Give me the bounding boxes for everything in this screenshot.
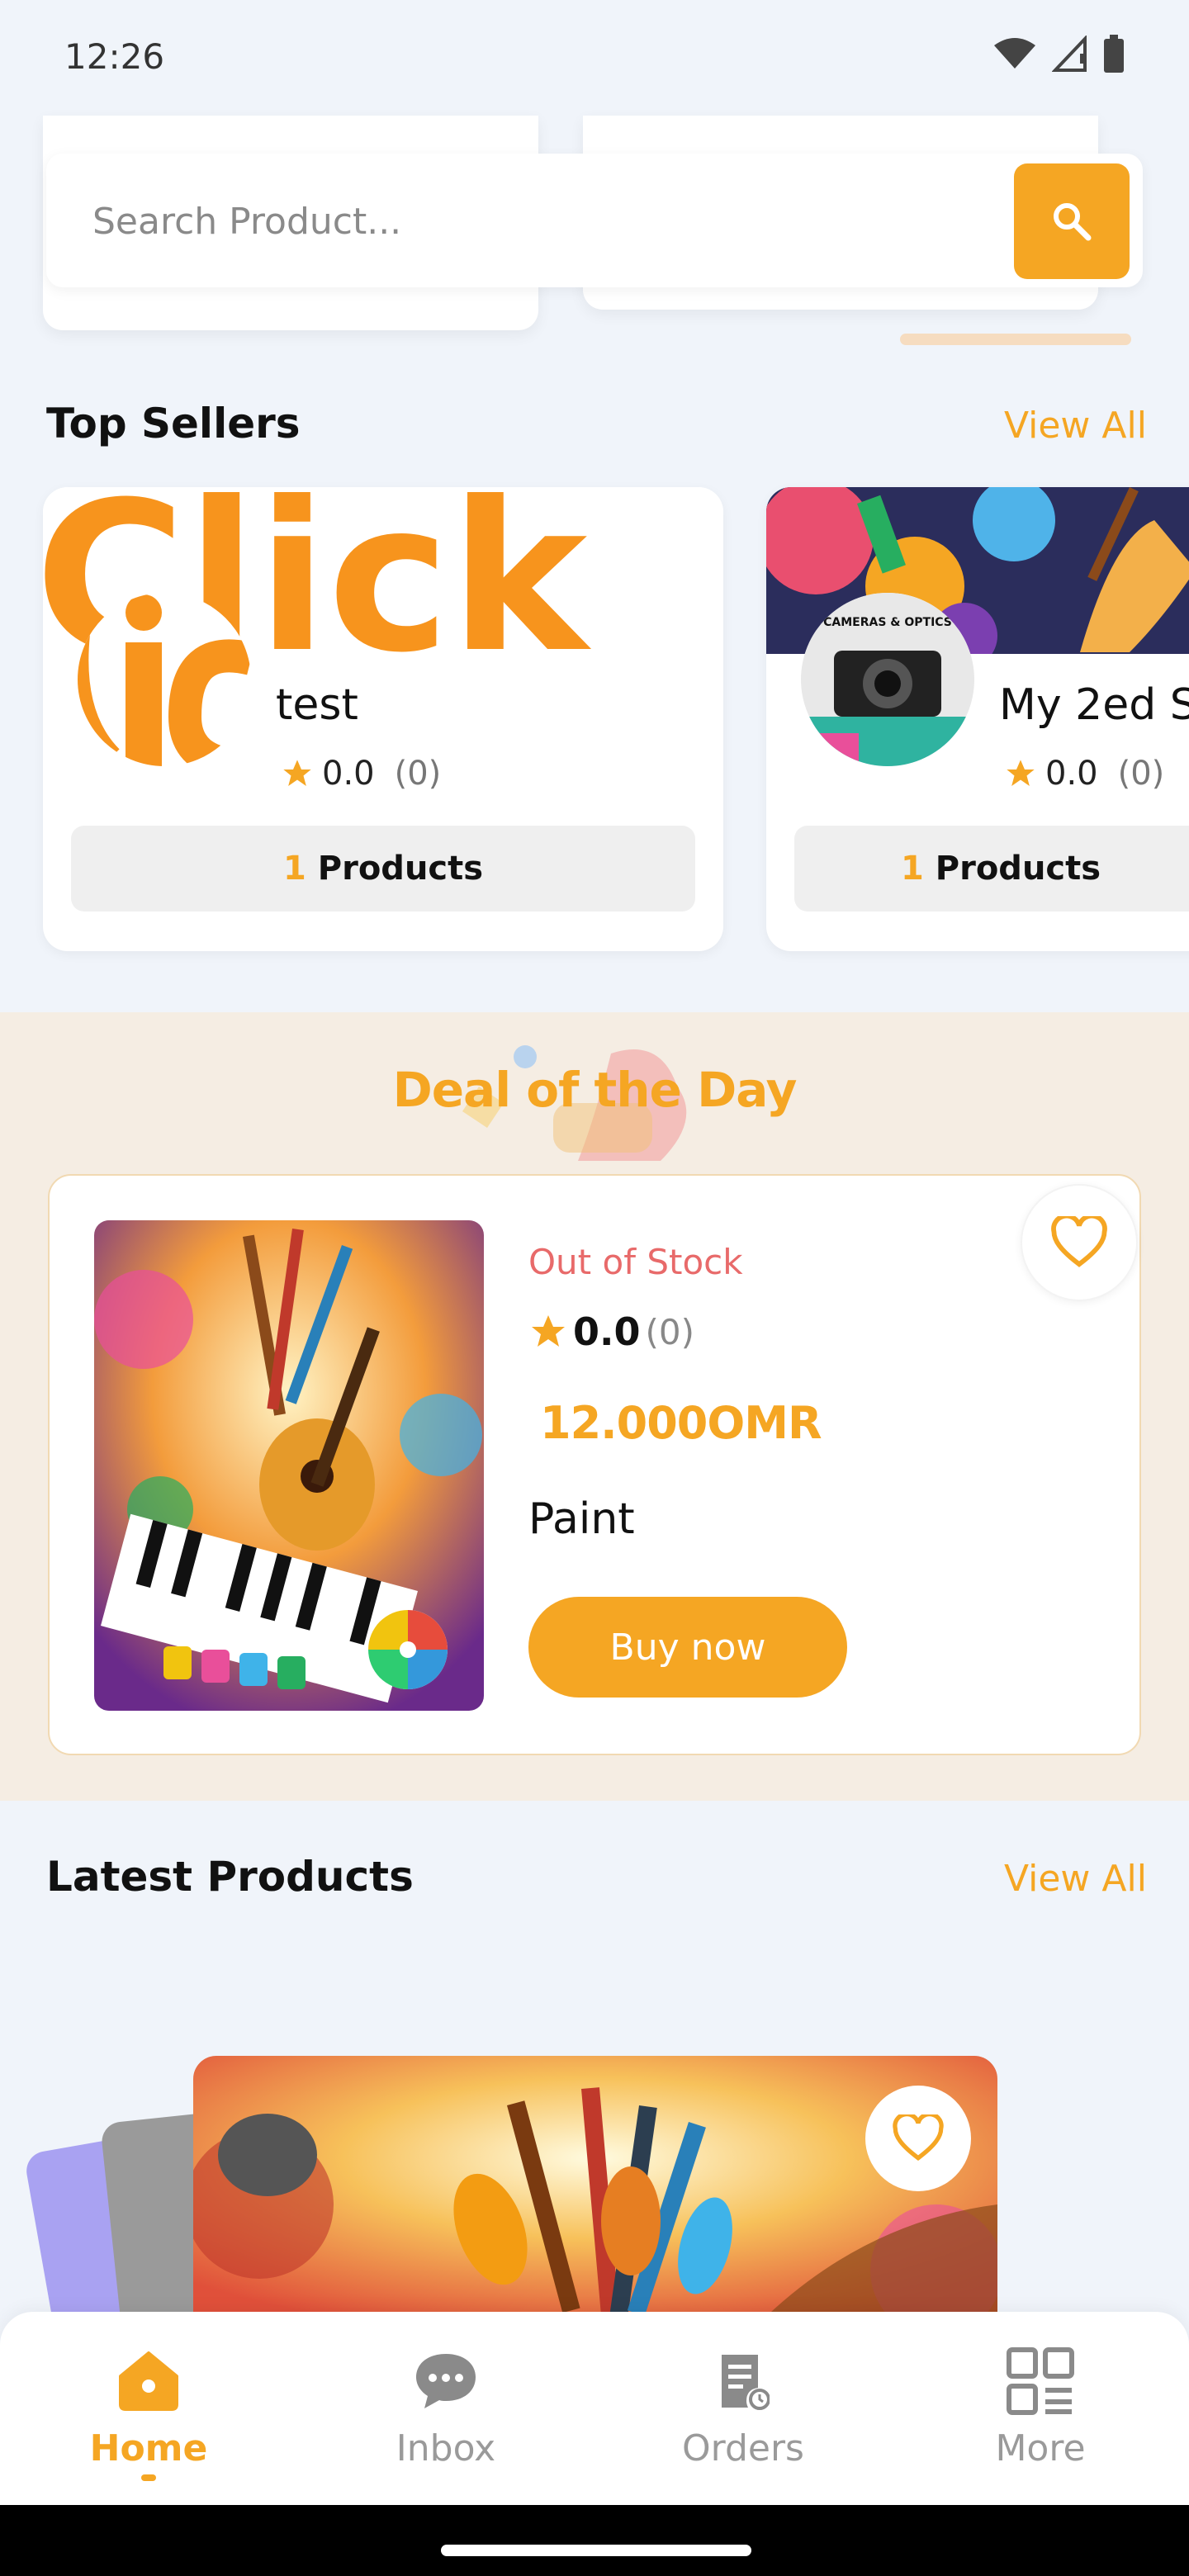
nav-orders[interactable]: Orders <box>619 2345 867 2469</box>
latest-product-image <box>193 2056 997 2312</box>
deal-product-name: Paint <box>528 1494 635 1544</box>
search-button[interactable] <box>1014 163 1130 279</box>
avatar-text: CAMERAS & OPTICS <box>823 616 952 629</box>
wifi-icon <box>994 38 1035 69</box>
seller-card[interactable]: Click test 0.0 (0) 1 Products <box>43 487 723 951</box>
search-input[interactable] <box>92 197 968 246</box>
status-time: 12:26 <box>64 36 165 77</box>
system-navigation-bar <box>0 2505 1189 2576</box>
status-icons <box>992 35 1125 73</box>
star-icon <box>283 760 311 786</box>
nav-orders-label: Orders <box>682 2427 804 2469</box>
star-icon <box>532 1315 565 1347</box>
battery-icon <box>1104 35 1124 73</box>
grid-icon <box>1007 2347 1074 2415</box>
star-icon <box>1007 760 1035 786</box>
buy-now-button[interactable]: Buy now <box>528 1597 847 1698</box>
seller-product-count: 1 <box>282 850 306 888</box>
nav-inbox-label: Inbox <box>396 2427 496 2469</box>
signal-icon <box>1052 36 1087 72</box>
seller-products-label: Products <box>935 850 1101 888</box>
deal-card[interactable]: Out of Stock 0.0 (0) 12.000OMR Paint Buy… <box>48 1174 1141 1755</box>
banner-indicator <box>900 334 1131 345</box>
latest-product-card[interactable] <box>193 2056 997 2312</box>
search-bar <box>46 154 1143 287</box>
orders-icon <box>722 2355 770 2410</box>
seller-products-button[interactable]: 1 Products <box>794 826 1189 912</box>
seller-product-count: 1 <box>900 850 924 888</box>
top-sellers-title: Top Sellers <box>46 400 301 447</box>
deal-price: 12.000OMR <box>540 1397 822 1449</box>
deal-review-count: (0) <box>645 1311 695 1352</box>
status-bar: 12:26 <box>0 0 1189 116</box>
seller-review-count: (0) <box>1117 755 1165 793</box>
stock-status: Out of Stock <box>528 1242 743 1282</box>
latest-products-view-all[interactable]: View All <box>1004 1858 1147 1900</box>
nav-home-label: Home <box>89 2427 208 2469</box>
nav-more[interactable]: More <box>917 2345 1164 2469</box>
seller-rating-value: 0.0 <box>1045 755 1098 793</box>
deal-title: Deal of the Day <box>392 1062 798 1118</box>
avatar <box>78 593 251 766</box>
seller-rating: 0.0 (0) <box>1004 755 1164 793</box>
seller-products-button[interactable]: 1 Products <box>71 826 695 912</box>
seller-rating: 0.0 (0) <box>281 755 441 793</box>
seller-products-label: Products <box>317 850 484 888</box>
home-icon <box>119 2351 178 2411</box>
seller-review-count: (0) <box>394 755 442 793</box>
active-indicator <box>141 2474 156 2481</box>
search-icon <box>1054 203 1092 241</box>
seller-name: test <box>276 680 358 730</box>
nav-inbox[interactable]: Inbox <box>322 2345 570 2469</box>
chat-icon <box>416 2354 476 2408</box>
nav-home[interactable]: Home <box>25 2345 272 2481</box>
seller-rating-value: 0.0 <box>322 755 375 793</box>
seller-card[interactable]: CAMERAS & OPTICS My 2ed Sh 0.0 (0) 1 Pro… <box>766 487 1189 951</box>
deal-product-image <box>94 1220 484 1711</box>
deal-favorite-button[interactable] <box>1021 1184 1138 1301</box>
avatar: CAMERAS & OPTICS <box>801 593 974 766</box>
top-sellers-view-all[interactable]: View All <box>1004 405 1147 447</box>
nav-more-label: More <box>995 2427 1086 2469</box>
bottom-navigation: Home Inbox Orders More <box>0 2312 1189 2505</box>
deal-of-the-day-section: Deal of the Day Out of Stock 0.0 (0) 12.… <box>0 1012 1189 1801</box>
latest-favorite-button[interactable] <box>865 2086 971 2191</box>
heart-icon <box>1051 1216 1107 1267</box>
heart-icon <box>893 2114 944 2162</box>
deal-rating-value: 0.0 <box>573 1309 641 1354</box>
home-gesture-handle[interactable] <box>441 2545 751 2556</box>
seller-name: My 2ed Sh <box>999 680 1189 730</box>
deal-rating: 0.0 (0) <box>528 1309 694 1354</box>
latest-products-title: Latest Products <box>46 1853 414 1901</box>
